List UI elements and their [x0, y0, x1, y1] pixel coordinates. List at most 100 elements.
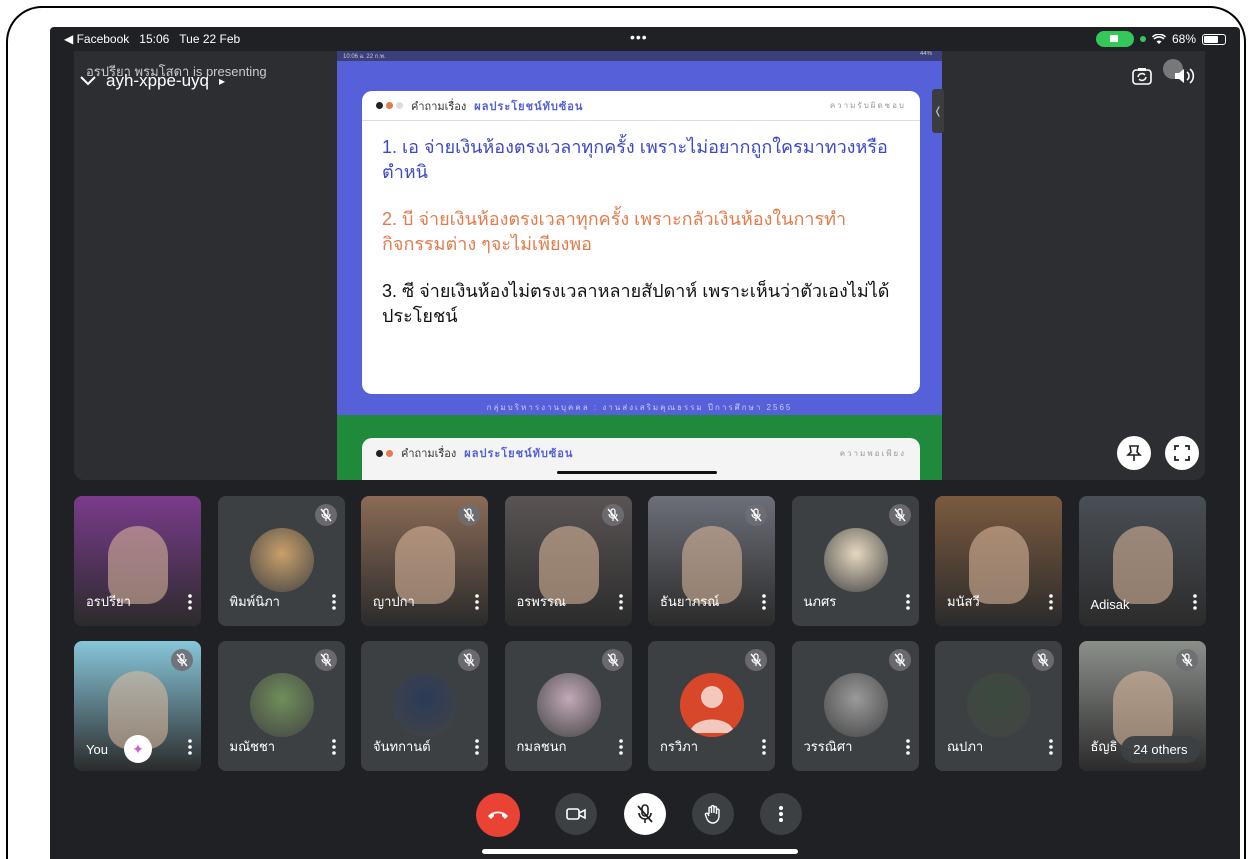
- participant-name: กรวิภา: [660, 739, 699, 754]
- mic-button[interactable]: [624, 793, 666, 835]
- pin-icon: [1126, 445, 1142, 461]
- participant-avatar: [967, 673, 1031, 737]
- mic-off-icon: [314, 504, 337, 526]
- tile-more-icon[interactable]: [759, 739, 769, 759]
- tile-more-icon[interactable]: [329, 739, 339, 759]
- more-options-button[interactable]: [760, 793, 802, 835]
- switch-camera-icon[interactable]: [1131, 65, 1153, 87]
- fullscreen-icon: [1174, 445, 1190, 461]
- others-count-badge[interactable]: 24 others: [1121, 736, 1200, 763]
- mic-off-icon: [314, 649, 337, 671]
- next-slide-header-title: ผลประโยชน์ทับซ้อน: [464, 448, 574, 460]
- mic-off-icon: [1032, 649, 1054, 671]
- camera-icon: [566, 808, 586, 820]
- home-indicator[interactable]: [482, 849, 798, 854]
- status-time: 15:06: [139, 32, 170, 46]
- participant-avatar: [823, 528, 888, 592]
- participant-tile[interactable]: ธัญธิ 24 others: [1078, 641, 1206, 771]
- participant-name: ธัญธิ: [1090, 739, 1118, 754]
- participant-face: [1112, 526, 1173, 604]
- participant-name: You: [86, 742, 108, 757]
- next-slide-header-right: ความพอเพียง: [839, 448, 906, 458]
- participant-name: อรปรียา: [86, 594, 131, 609]
- meeting-info[interactable]: ayh-xppe-uyq ▸: [80, 71, 225, 91]
- slide-header-right: ความรับผิดชอบ: [829, 101, 906, 110]
- back-to-app-link[interactable]: ◀ Facebook: [64, 32, 129, 46]
- side-panel-handle[interactable]: ❬: [932, 89, 944, 133]
- shared-status-bar: 10:06 a. 22 ก.พ. 44%: [337, 51, 942, 61]
- slide-header-title: ผลประโยชน์ทับซ้อน: [474, 100, 584, 113]
- participant-name: มณัชชา: [229, 739, 276, 754]
- participant-name: ธันยาภรณ์: [660, 594, 720, 609]
- tile-more-icon[interactable]: [616, 739, 626, 759]
- participant-tile[interactable]: มณัชชา: [217, 641, 345, 771]
- fullscreen-button[interactable]: [1165, 436, 1199, 470]
- mic-off-icon: [458, 504, 480, 526]
- question-3: 3. ซี จ่ายเงินห้องไม่ตรงเวลาหลายสัปดาห์ …: [382, 281, 890, 326]
- speaker-icon[interactable]: [1163, 59, 1199, 87]
- meet-screen: ◀ Facebook 15:06 Tue 22 Feb ••• 68% 10:0…: [50, 27, 1240, 859]
- slide-footer: กลุ่มบริหารงานบุคคล : งานส่งเสริมคุณธรรม…: [486, 403, 793, 412]
- mic-off-icon: [1175, 649, 1198, 671]
- participant-avatar: [680, 673, 744, 737]
- call-controls: [50, 787, 1240, 847]
- tile-more-icon[interactable]: [1046, 594, 1056, 614]
- participant-tile[interactable]: ณปภา: [935, 641, 1062, 771]
- effects-sparkle-icon[interactable]: ✦: [124, 735, 152, 763]
- presentation-stage[interactable]: 10:06 a. 22 ก.พ. 44% คำถามเรื่อง ผลประโย…: [74, 51, 1205, 480]
- camera-button[interactable]: [555, 793, 597, 835]
- participant-tile[interactable]: อรปรียา: [74, 496, 201, 626]
- tile-more-icon[interactable]: [903, 739, 913, 759]
- tile-more-icon[interactable]: [616, 594, 626, 614]
- participant-name: อรพรรณ: [516, 594, 566, 609]
- participant-tile[interactable]: กมลชนก: [504, 641, 632, 771]
- participant-avatar: [249, 528, 314, 592]
- pin-button[interactable]: [1117, 436, 1151, 470]
- tile-more-icon[interactable]: [329, 594, 339, 614]
- mic-indicator-icon: [1139, 36, 1146, 42]
- participant-tile[interactable]: พิมพ์นิภา: [217, 496, 345, 626]
- participant-name: วรรณิศา: [803, 739, 853, 754]
- meeting-code[interactable]: ayh-xppe-uyq: [106, 71, 209, 91]
- participant-tile[interactable]: Adisak: [1078, 496, 1206, 626]
- raise-hand-button[interactable]: [692, 793, 734, 835]
- shared-screen: 10:06 a. 22 ก.พ. 44% คำถามเรื่อง ผลประโย…: [337, 51, 942, 480]
- slide-card: คำถามเรื่อง ผลประโยชน์ทับซ้อน ความรับผิด…: [362, 91, 920, 394]
- participant-avatar: [536, 673, 601, 737]
- tile-more-icon[interactable]: [472, 739, 482, 759]
- hand-icon: [704, 804, 720, 824]
- end-call-button[interactable]: [476, 793, 520, 837]
- phone-hangup-icon: [488, 811, 508, 819]
- mic-off-icon: [888, 504, 911, 526]
- participant-tile[interactable]: จันทกานต์: [361, 641, 488, 771]
- mic-off-icon: [637, 804, 653, 823]
- participant-tile[interactable]: อรพรรณ: [504, 496, 632, 626]
- next-slide-header-prefix: คำถามเรื่อง: [401, 448, 457, 460]
- participant-tile[interactable]: มนัสวี: [935, 496, 1062, 626]
- next-slide-dots-icon: [376, 449, 393, 457]
- participant-name: จันทกานต์: [373, 739, 431, 754]
- participant-name: นภศร: [803, 594, 837, 609]
- tile-more-icon[interactable]: [1046, 739, 1056, 759]
- multitask-dots[interactable]: •••: [630, 29, 648, 45]
- chevron-down-icon[interactable]: [80, 76, 96, 86]
- participant-tile[interactable]: วรรณิศา: [791, 641, 919, 771]
- shared-status-left: 10:06 a. 22 ก.พ.: [343, 54, 386, 60]
- tile-more-icon[interactable]: [903, 594, 913, 614]
- meeting-code-chevron-icon: ▸: [219, 74, 226, 88]
- shared-home-bar: [557, 471, 717, 474]
- participant-tile[interactable]: ญาปกา: [361, 496, 488, 626]
- participant-avatar: [249, 673, 314, 737]
- participant-name: กมลชนก: [516, 739, 567, 754]
- participant-tile[interactable]: นภศร: [791, 496, 919, 626]
- participant-tile[interactable]: ธันยาภรณ์: [648, 496, 775, 626]
- tile-more-icon[interactable]: [185, 739, 195, 759]
- tile-more-icon[interactable]: [185, 594, 195, 614]
- participant-avatar: [393, 673, 457, 737]
- tile-more-icon[interactable]: [759, 594, 769, 614]
- tile-more-icon[interactable]: [472, 594, 482, 614]
- participant-tile[interactable]: You ✦: [74, 641, 201, 771]
- participant-tile[interactable]: กรวิภา: [648, 641, 775, 771]
- tile-more-icon[interactable]: [1190, 594, 1200, 614]
- camera-in-use-icon: [1095, 31, 1134, 47]
